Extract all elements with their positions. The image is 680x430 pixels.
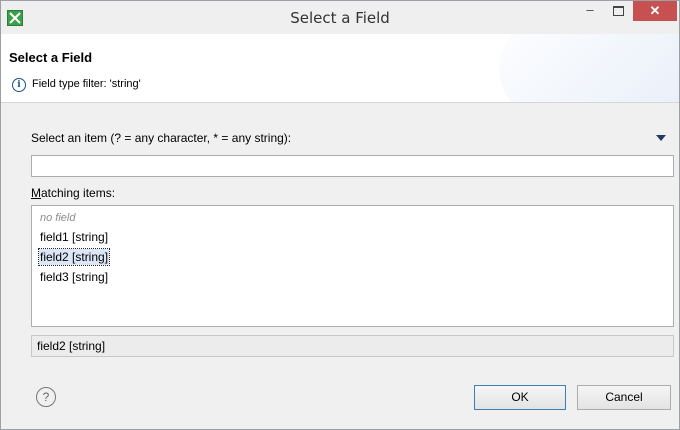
matching-items-list[interactable]: no field field1 [string] field2 [string]… [31,205,674,327]
info-icon: i [12,78,26,92]
list-item-field3[interactable]: field3 [string] [39,269,109,285]
minimize-button[interactable]: – [577,1,603,21]
matching-label-text: atching items: [41,186,116,200]
matching-items-label: Matching items: [31,186,115,200]
selection-status: field2 [string] [31,335,674,357]
cancel-button[interactable]: Cancel [577,385,671,410]
dialog-header: Select a Field i Field type filter: 'str… [1,34,679,103]
filter-input[interactable] [31,155,674,177]
close-button[interactable]: ✕ [633,1,677,21]
matching-label-accelerator: M [31,186,41,200]
help-icon[interactable]: ? [36,387,56,407]
list-item-field2[interactable]: field2 [string] [37,248,111,266]
history-dropdown-icon[interactable] [656,135,666,141]
ok-button[interactable]: OK [474,385,566,410]
header-decoration [499,34,679,102]
select-field-dialog: Select a Field – ✕ Select a Field i Fiel… [0,0,680,430]
maximize-button[interactable] [605,1,631,21]
filter-label: Select an item (? = any character, * = a… [31,131,292,145]
maximize-icon [612,6,624,16]
header-title: Select a Field [9,50,93,65]
list-item-field1[interactable]: field1 [string] [39,229,109,245]
title-bar[interactable]: Select a Field – ✕ [1,1,679,34]
info-message: Field type filter: 'string' [32,78,141,90]
list-item-no-field[interactable]: no field [39,210,76,226]
